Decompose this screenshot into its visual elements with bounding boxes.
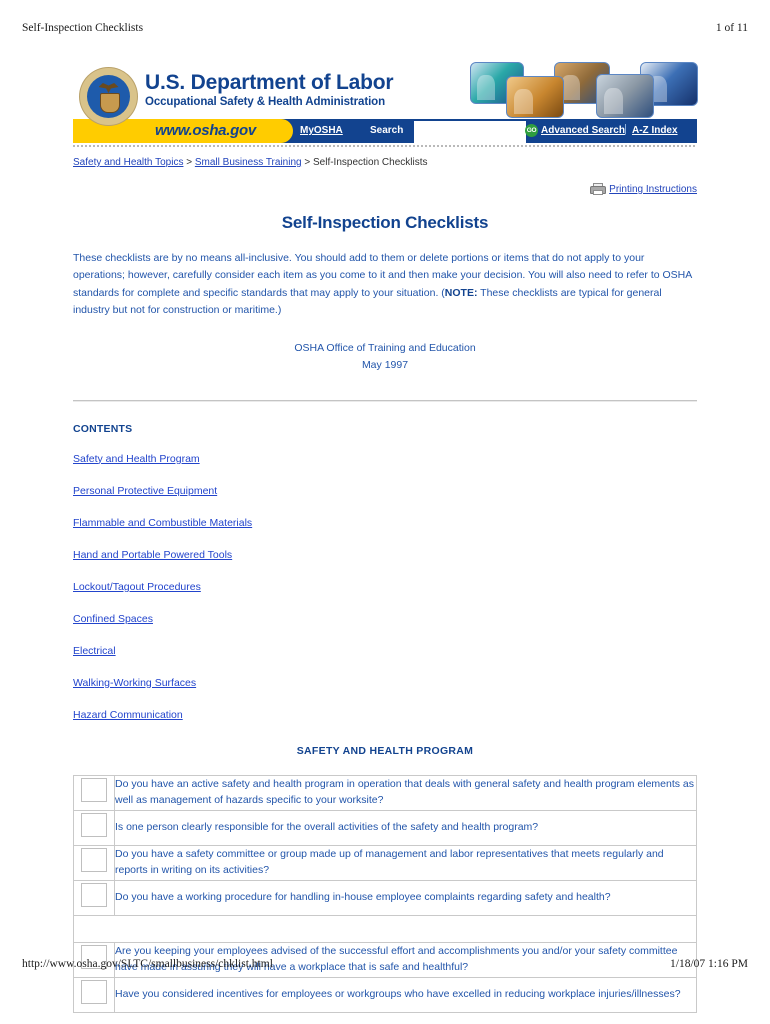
list-item: Personal Protective Equipment [73, 481, 697, 499]
question-cell: Is one person clearly responsible for th… [114, 809, 697, 846]
nav-link-advanced-search[interactable]: Advanced Search [541, 125, 625, 136]
checkbox[interactable] [81, 848, 107, 873]
toc-link-confined-spaces[interactable]: Confined Spaces [73, 613, 153, 625]
printing-instructions-row: Printing Instructions [73, 183, 697, 195]
contents-heading: CONTENTS [73, 422, 133, 435]
list-item: Walking-Working Surfaces [73, 673, 697, 691]
list-item: Electrical [73, 641, 697, 659]
breadcrumb-separator-1: > [186, 157, 193, 168]
list-item: Hand and Portable Powered Tools [73, 545, 697, 563]
list-item: Confined Spaces [73, 609, 697, 627]
nav-link-az-index[interactable]: A-Z Index [632, 125, 678, 136]
credit-date: May 1997 [361, 358, 409, 371]
question-cell: Do you have a working procedure for hand… [114, 879, 697, 916]
breadcrumb: Safety and Health Topics > Small Busines… [73, 156, 697, 170]
breadcrumb-item-current: Self-Inspection Checklists [312, 157, 428, 168]
agency-subname: Occupational Safety & Health Administrat… [145, 96, 386, 109]
table-row-empty [73, 914, 697, 943]
agency-name: U.S. Department of Labor [145, 71, 394, 94]
osha-banner: U.S. Department of Labor Occupational Sa… [73, 60, 698, 147]
list-item: Safety and Health Program [73, 449, 697, 467]
empty-row-cell [73, 914, 697, 943]
table-row: Is one person clearly responsible for th… [73, 809, 697, 846]
checkbox-cell[interactable] [73, 844, 115, 881]
print-footer-timestamp: 1/18/07 1:16 PM [670, 958, 748, 970]
checkbox-cell[interactable] [73, 774, 115, 811]
print-header-page: 1 of 11 [715, 22, 748, 34]
question-cell: Do you have a safety committee or group … [114, 844, 697, 881]
credit-block: OSHA Office of Training and Education Ma… [73, 340, 697, 373]
toc-link-walking-working-surfaces[interactable]: Walking-Working Surfaces [73, 677, 196, 689]
checkbox-cell[interactable] [73, 879, 115, 916]
search-label: Search [370, 125, 404, 136]
toc-link-hand-and-portable-powered-tools[interactable]: Hand and Portable Powered Tools [73, 549, 232, 561]
table-row: Have you considered incentives for emplo… [73, 976, 697, 1013]
intro-paragraph: These checklists are by no means all-inc… [73, 250, 697, 319]
list-item: Hazard Communication [73, 705, 697, 723]
nav-link-myosha[interactable]: MyOSHA [300, 125, 343, 136]
banner-photo-2 [506, 76, 564, 118]
section-divider [73, 399, 697, 402]
nav-separator: | [624, 123, 627, 135]
shield-shape-icon [99, 93, 120, 113]
toc-link-hazard-communication[interactable]: Hazard Communication [73, 709, 183, 721]
printer-icon [590, 183, 607, 195]
checkbox[interactable] [81, 883, 107, 908]
checkbox-cell[interactable] [73, 809, 115, 846]
printing-instructions-link[interactable]: Printing Instructions [609, 184, 697, 195]
toc-link-safety-and-health-program[interactable]: Safety and Health Program [73, 453, 200, 465]
table-row: Do you have a working procedure for hand… [73, 879, 697, 916]
question-cell: Do you have an active safety and health … [114, 774, 697, 811]
checkbox[interactable] [81, 778, 107, 803]
question-cell: Have you considered incentives for emplo… [114, 976, 697, 1013]
breadcrumb-separator-2: > [304, 157, 311, 168]
banner-photo-4 [596, 74, 654, 118]
banner-bottom-rule [73, 145, 697, 147]
table-row: Do you have a safety committee or group … [73, 844, 697, 881]
site-navbar: www.osha.gov MyOSHA Search GO Advanced S… [73, 119, 697, 144]
toc-link-flammable-and-combustible-materials[interactable]: Flammable and Combustible Materials [73, 517, 252, 529]
intro-note-label: NOTE: [444, 286, 478, 299]
checkbox[interactable] [81, 813, 107, 838]
contents-list: Safety and Health Program Personal Prote… [73, 449, 697, 723]
checklist-table: Do you have an active safety and health … [73, 774, 697, 1013]
banner-photo-strip [462, 60, 698, 120]
go-button[interactable]: GO [525, 124, 538, 137]
site-url-label: www.osha.gov [155, 122, 256, 139]
breadcrumb-item-small-business-training[interactable]: Small Business Training [195, 157, 302, 168]
checklist-section-heading: SAFETY AND HEALTH PROGRAM [296, 744, 474, 757]
table-row: Do you have an active safety and health … [73, 774, 697, 811]
toc-link-electrical[interactable]: Electrical [73, 645, 116, 657]
agency-title-block: U.S. Department of Labor Occupational Sa… [145, 71, 394, 109]
breadcrumb-item-safety-and-health-topics[interactable]: Safety and Health Topics [73, 157, 183, 168]
dol-seal-icon [80, 68, 137, 125]
page-title: Self-Inspection Checklists [281, 213, 489, 232]
print-header-title: Self-Inspection Checklists [22, 22, 144, 34]
print-footer-url: http://www.osha.gov/SLTC/smallbusiness/c… [22, 958, 273, 970]
eagle-shape-icon [98, 83, 119, 93]
checkbox-cell[interactable] [73, 976, 115, 1013]
toc-link-personal-protective-equipment[interactable]: Personal Protective Equipment [73, 485, 217, 497]
search-input[interactable] [414, 121, 526, 144]
toc-link-lockout-tagout-procedures[interactable]: Lockout/Tagout Procedures [73, 581, 201, 593]
list-item: Flammable and Combustible Materials [73, 513, 697, 531]
checkbox[interactable] [81, 980, 107, 1005]
page-content: U.S. Department of Labor Occupational Sa… [73, 60, 698, 1013]
list-item: Lockout/Tagout Procedures [73, 577, 697, 595]
credit-office: OSHA Office of Training and Education [294, 342, 476, 355]
printer-output-part [593, 190, 604, 195]
